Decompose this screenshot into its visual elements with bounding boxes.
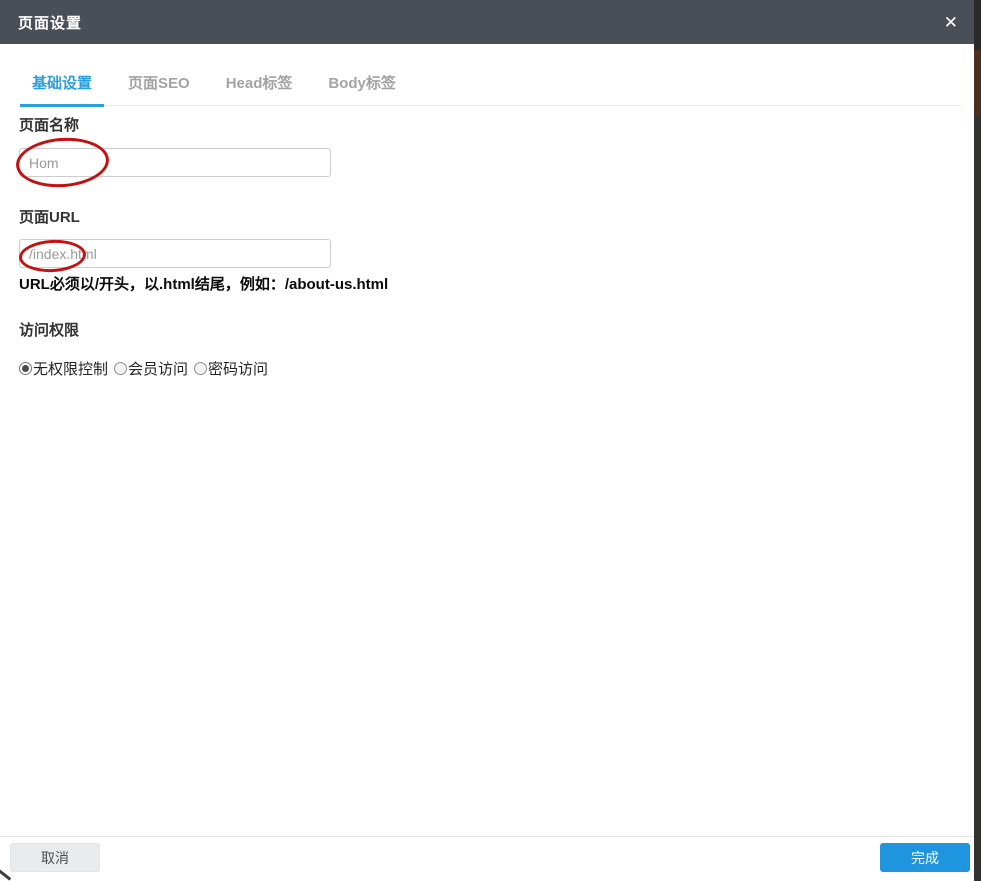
close-icon[interactable]: ✕ bbox=[944, 0, 958, 44]
access-permission-options: 无权限控制 会员访问 密码访问 bbox=[19, 358, 268, 379]
tab-bar: 基础设置 页面SEO Head标签 Body标签 bbox=[20, 66, 961, 107]
tab-head-tags[interactable]: Head标签 bbox=[214, 66, 305, 105]
page-name-label: 页面名称 bbox=[19, 117, 80, 134]
page-url-input[interactable] bbox=[19, 239, 331, 268]
radio-label: 会员访问 bbox=[128, 361, 189, 378]
radio-label: 密码访问 bbox=[208, 361, 269, 378]
background-app-edge-grey bbox=[974, 115, 981, 881]
radio-selected-icon[interactable] bbox=[19, 362, 32, 375]
footer-divider bbox=[0, 836, 974, 837]
radio-option-no-permission[interactable]: 无权限控制 bbox=[19, 358, 108, 379]
access-permission-label: 访问权限 bbox=[19, 322, 80, 339]
url-format-hint: URL必须以/开头，以.html结尾，例如：/about-us.html bbox=[19, 276, 389, 293]
page-name-input[interactable] bbox=[19, 148, 331, 177]
tab-body-tags[interactable]: Body标签 bbox=[316, 66, 408, 105]
radio-option-member-access[interactable]: 会员访问 bbox=[114, 358, 188, 379]
radio-unselected-icon[interactable] bbox=[114, 362, 128, 375]
dialog-title: 页面设置 bbox=[18, 14, 83, 32]
radio-unselected-icon[interactable] bbox=[194, 362, 208, 375]
done-button[interactable]: 完成 bbox=[880, 843, 970, 872]
tab-basic-settings[interactable]: 基础设置 bbox=[20, 66, 105, 107]
radio-option-password-access[interactable]: 密码访问 bbox=[194, 358, 268, 379]
dialog-header: 页面设置 ✕ bbox=[0, 0, 974, 44]
cancel-button[interactable]: 取消 bbox=[10, 843, 100, 872]
tab-page-seo[interactable]: 页面SEO bbox=[116, 66, 202, 105]
background-app-edge-brown bbox=[974, 50, 981, 115]
page-url-label: 页面URL bbox=[19, 209, 80, 226]
background-app-edge bbox=[974, 0, 981, 881]
radio-label: 无权限控制 bbox=[33, 361, 109, 378]
